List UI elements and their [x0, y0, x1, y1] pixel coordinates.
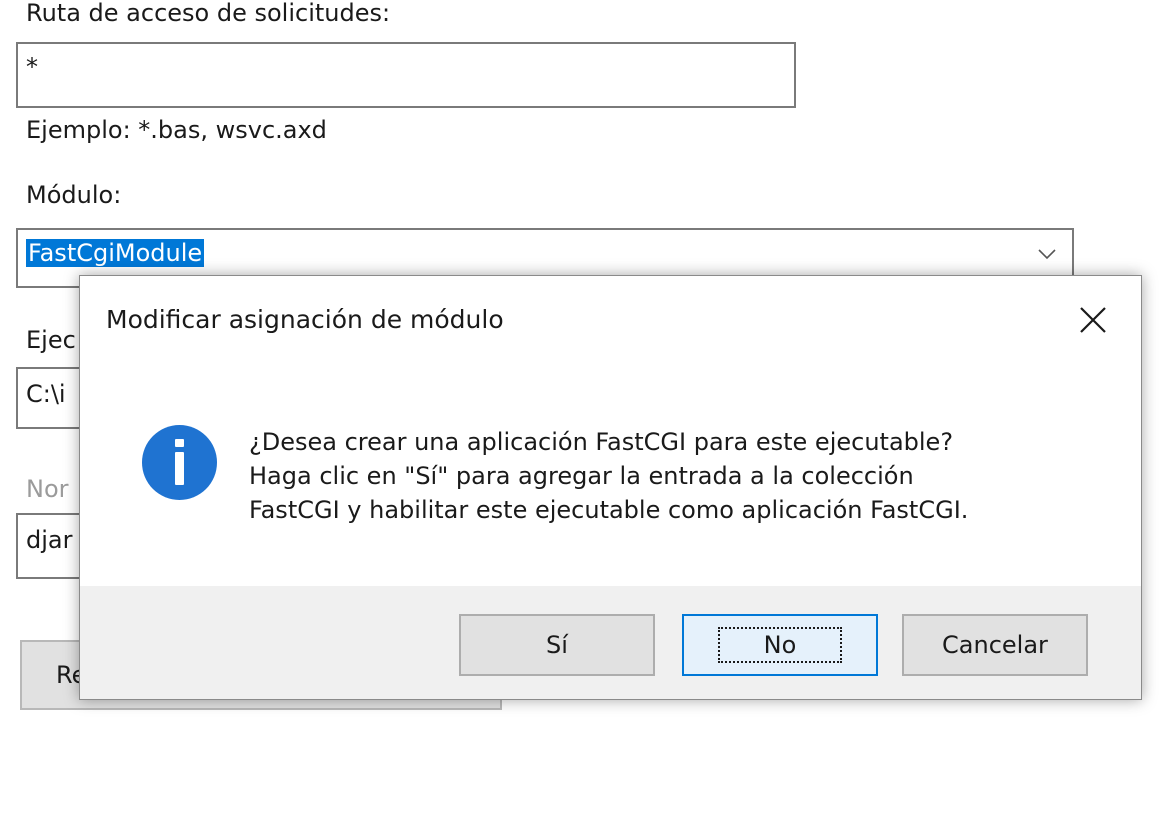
name-label: Nor [26, 475, 69, 503]
edit-module-mapping-dialog: Modificar asignación de módulo ¿Desea cr… [79, 275, 1142, 700]
no-button[interactable]: No [682, 614, 878, 676]
request-path-label: Ruta de acceso de solicitudes: [26, 0, 391, 27]
dialog-message-line: FastCGI y habilitar este ejecutable como… [249, 496, 969, 524]
executable-label: Ejec [26, 326, 76, 354]
chevron-down-icon [1038, 249, 1056, 260]
no-button-label: No [717, 627, 843, 663]
dialog-button-bar: Sí No Cancelar [80, 586, 1141, 699]
request-path-example: Ejemplo: *.bas, wsvc.axd [26, 116, 327, 144]
dialog-message-line: ¿Desea crear una aplicación FastCGI para… [249, 428, 954, 456]
close-icon [1080, 307, 1106, 333]
dialog-title: Modificar asignación de módulo [106, 305, 504, 334]
module-selected-value: FastCgiModule [26, 239, 205, 267]
cancel-button[interactable]: Cancelar [902, 614, 1088, 676]
module-label: Módulo: [26, 181, 122, 209]
dialog-message-line: Haga clic en "Sí" para agregar la entrad… [249, 462, 914, 490]
close-button[interactable] [1073, 300, 1113, 340]
info-icon [142, 425, 217, 500]
yes-button[interactable]: Sí [459, 614, 655, 676]
request-path-input[interactable]: * [16, 42, 796, 108]
